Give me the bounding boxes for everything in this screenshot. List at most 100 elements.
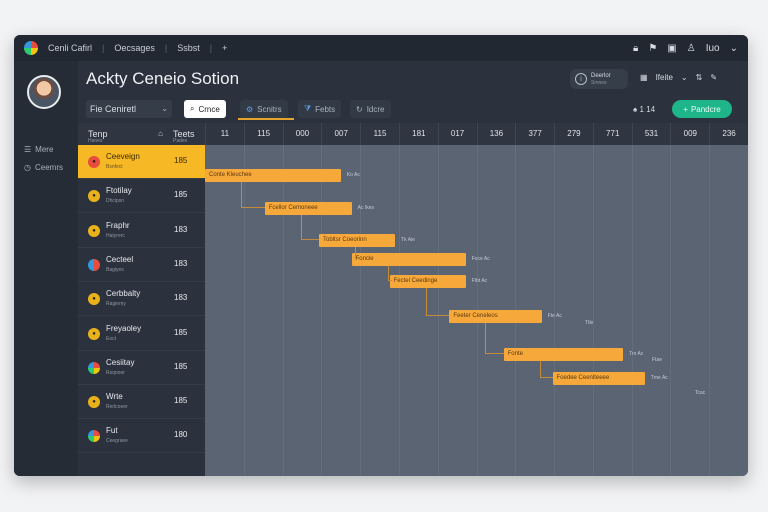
grid-line	[709, 145, 711, 476]
task-subtitle: Ragiemy	[106, 301, 126, 308]
grid-line	[282, 145, 284, 476]
clock-icon: ◷	[24, 163, 31, 172]
active-tab-indicator	[238, 118, 294, 120]
gantt-bar[interactable]: Foncle	[351, 253, 466, 266]
chevron-down-icon[interactable]: ⌄	[730, 43, 738, 54]
task-name: Fut	[106, 426, 118, 436]
sort-icon[interactable]: ⇅	[696, 73, 703, 82]
time-header-sub: Pades	[173, 138, 188, 144]
search-icon: ⌕	[190, 104, 195, 113]
title-bar-actions: 🔒︎ ⚑ ▣ ♙ Iuo ⌄	[633, 35, 738, 61]
page-header: Ackty Ceneio Sotion i Deerlor Smnes ▦ If…	[78, 61, 748, 95]
user-label[interactable]: Iuo	[706, 43, 720, 54]
gantt-bar-side-label: Tk Aie	[401, 237, 415, 243]
avatar[interactable]	[27, 75, 61, 109]
task-status-icon: ●	[88, 396, 100, 409]
chevron-down-icon[interactable]: ⌄	[681, 73, 688, 82]
task-name: Ftotilay	[106, 186, 132, 196]
grid-line	[670, 145, 672, 476]
task-row[interactable]: Cesiitay Rsqooer 185	[78, 350, 205, 385]
breadcrumb-item-2[interactable]: Ssbst	[177, 43, 200, 53]
breadcrumb-separator: |	[164, 43, 168, 53]
timeline-day-label: 279	[554, 123, 593, 145]
tab-scnitrs[interactable]: ⚙ Scnitrs	[240, 100, 288, 118]
task-header-sub: Hanes	[88, 138, 103, 144]
time-column-header[interactable]: Teets Pades	[169, 123, 205, 145]
task-subtitle: Ceegraee	[106, 438, 128, 445]
gantt-bar[interactable]: Feeter Ceneleos	[449, 310, 542, 323]
task-row[interactable]: ● Ftotilay Dhcipsn 185	[78, 179, 205, 214]
grid-line	[554, 145, 556, 476]
sidebar: ☰ Mere ◷ Ceemrs	[14, 61, 78, 476]
task-row[interactable]: Cecteel Bagiyes 183	[78, 247, 205, 282]
gantt-bar-side-label: Fte Ac	[547, 313, 562, 319]
gantt-bar[interactable]: Fonte	[503, 348, 624, 361]
task-row[interactable]: Fut Ceegraee 180	[78, 419, 205, 454]
task-name: Cesiitay	[106, 357, 135, 367]
gantt-bar[interactable]: Foedee Ceenlteeee	[552, 372, 645, 385]
dependency-connector	[300, 215, 320, 240]
timeline-day-label: 009	[670, 123, 710, 145]
app-brand: Cenli Cafirl	[48, 43, 93, 53]
gantt-bar[interactable]: Conte Kleuchee	[205, 169, 341, 182]
task-row[interactable]: ● Fraphr Hatyrerc 183	[78, 213, 205, 248]
task-row[interactable]: ● Freyaoley Eoct 185	[78, 316, 205, 351]
gantt-floating-label: Ttle	[585, 320, 594, 326]
gantt-bar[interactable]: Tobltsr Coeorinn	[319, 234, 396, 247]
gantt-bar-side-label: Ac Ikes	[357, 205, 375, 211]
task-subtitle: Hatyrerc	[106, 232, 125, 239]
task-name: Cecteel	[106, 254, 134, 264]
breadcrumb-item-1[interactable]: Oecsages	[114, 43, 155, 53]
timeline-day-label: 007	[321, 123, 361, 145]
user-icon[interactable]: ♙	[687, 43, 696, 54]
task-subtitle: Bsnfect	[106, 164, 123, 170]
flag-icon[interactable]: ⚑	[648, 43, 657, 54]
gantt-bar[interactable]: Fectel Ceedinge	[389, 275, 466, 288]
item-count: ♠ 1 14	[633, 105, 655, 114]
timeline-day-label: 531	[631, 123, 671, 145]
task-status-icon	[88, 361, 100, 374]
task-row[interactable]: ● Cerbbalty Ragiemy 183	[78, 282, 205, 317]
task-value: 183	[174, 258, 188, 268]
new-tab-icon[interactable]: +	[222, 43, 227, 53]
task-status-icon: ●	[88, 190, 100, 203]
task-name: Freyaoley	[106, 323, 142, 333]
box-icon[interactable]: ▣	[667, 43, 676, 54]
dependency-connector	[241, 182, 265, 208]
grid-line	[592, 145, 594, 476]
status-chip[interactable]: i Deerlor Smnes	[570, 69, 628, 89]
task-name: Fraphr	[106, 220, 130, 230]
tab-febts[interactable]: ⧩ Febts	[298, 100, 342, 118]
gantt-bar[interactable]: Fcellor Cemoneee	[264, 202, 352, 215]
sort-icon[interactable]: ⌂	[158, 123, 163, 145]
dependency-connector	[387, 266, 392, 281]
tab-label: Idcre	[366, 104, 385, 114]
tab-label: Scnitrs	[257, 104, 282, 114]
edit-icon[interactable]: ✎	[710, 73, 717, 82]
tab-idcre[interactable]: ↻ Idcre	[350, 100, 391, 118]
filter-icon: ⧩	[304, 104, 312, 113]
sidebar-item-mere[interactable]: ☰ Mere	[24, 145, 53, 154]
pin-icon: ♠	[633, 105, 638, 114]
task-row[interactable]: ● Wrte Rerlcoeer 185	[78, 385, 205, 420]
sidebar-item-ceemrs[interactable]: ◷ Ceemrs	[24, 163, 63, 172]
project-select[interactable]: Fie Ceniretl ⌄	[86, 100, 172, 118]
gear-icon: ⚙	[246, 104, 254, 114]
calendar-icon[interactable]: ▦	[640, 73, 648, 82]
gantt-floating-label: Tcac	[695, 390, 706, 396]
lock-icon[interactable]: 🔒︎	[633, 43, 638, 54]
timeline-day-label: 771	[592, 123, 632, 145]
task-column-header[interactable]: Tenp Hanes ⌂	[78, 123, 169, 145]
task-row[interactable]: ● Ceeveign Bsnfect 185	[78, 145, 205, 179]
task-subtitle: Rerlcoeer	[106, 404, 128, 411]
grid-line	[321, 145, 323, 476]
dependency-connector	[539, 361, 553, 378]
add-button[interactable]: + Pandcre	[672, 100, 732, 118]
task-status-icon	[88, 258, 100, 271]
header-menu-label[interactable]: Ifeite	[656, 73, 673, 82]
task-subtitle: Dhcipsn	[106, 198, 125, 205]
gantt-bar-side-label: Tro Ac	[629, 351, 644, 357]
tab-crnce[interactable]: ⌕ Crnce	[184, 100, 226, 118]
gantt-bar-side-label: Ko Ac	[346, 172, 360, 178]
page-title: Ackty Ceneio Sotion	[86, 69, 240, 88]
